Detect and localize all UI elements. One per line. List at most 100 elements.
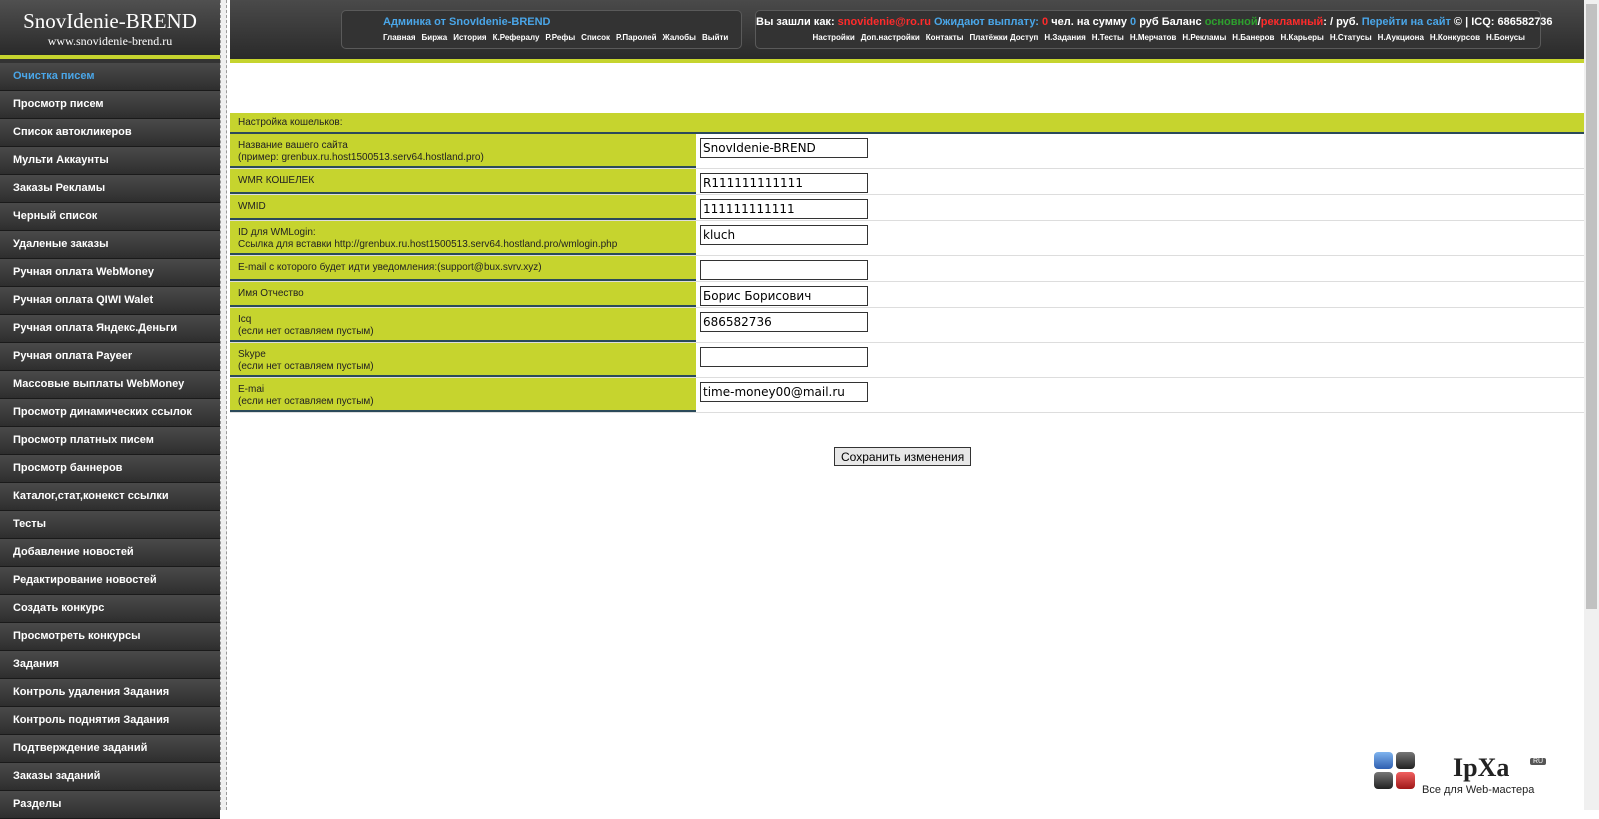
sidebar-item[interactable]: Заказы Рекламы xyxy=(0,175,220,203)
settings-nav-link[interactable]: Н.Конкурсов xyxy=(1430,33,1480,42)
sidebar-item[interactable]: Список автокликеров xyxy=(0,119,220,147)
settings-nav-link[interactable]: Доп.настройки xyxy=(861,33,920,42)
vertical-scrollbar[interactable] xyxy=(1584,0,1599,810)
settings-nav-link[interactable]: Н.Банеров xyxy=(1232,33,1274,42)
sidebar-item[interactable]: Контроль поднятия Задания xyxy=(0,707,220,735)
user-email-link[interactable]: snovidenie@ro.ru xyxy=(838,16,931,28)
sidebar-item[interactable]: Тесты xyxy=(0,511,220,539)
sidebar-item[interactable]: Мульти Аккаунты xyxy=(0,147,220,175)
sidebar-item[interactable]: Массовые выплаты WebMoney xyxy=(0,371,220,399)
settings-nav-link[interactable]: Н.Рекламы xyxy=(1182,33,1226,42)
admin-nav-link[interactable]: История xyxy=(453,33,486,42)
sidebar-item[interactable]: Черный список xyxy=(0,203,220,231)
sidebar-item[interactable]: Ручная оплата Яндекс.Деньги xyxy=(0,315,220,343)
frame-splitter[interactable] xyxy=(220,0,227,810)
field-label-main: ID для WMLogin: xyxy=(238,227,316,238)
settings-nav-link[interactable]: Контакты xyxy=(926,33,964,42)
settings-row: WMR КОШЕЛЕК xyxy=(230,169,1584,195)
settings-nav-link[interactable]: Н.Бонусы xyxy=(1486,33,1525,42)
field-label-main: E-mai xyxy=(238,384,265,395)
sidebar-item[interactable]: Удаленые заказы xyxy=(0,231,220,259)
logo-title: SnovIdenie-BREND xyxy=(23,9,197,33)
settings-nav-link[interactable]: Н.Тесты xyxy=(1092,33,1124,42)
settings-heading: Настройка кошельков: xyxy=(230,113,1584,134)
logged-as-label: Вы зашли как: xyxy=(756,16,838,28)
sidebar-item[interactable]: Просмотр писем xyxy=(0,91,220,119)
field-label-hint: Ссылка для вставки http://grenbux.ru.hos… xyxy=(238,239,618,250)
settings-nav-link[interactable]: Н.Задания xyxy=(1044,33,1085,42)
field-label-hint: (если нет оставляем пустым) xyxy=(238,396,374,407)
sidebar-item[interactable]: Ручная оплата WebMoney xyxy=(0,259,220,287)
sidebar-item[interactable]: Ручная оплата Payeer xyxy=(0,343,220,371)
goto-site-link[interactable]: Перейти на сайт xyxy=(1362,16,1451,28)
field-label-hint: (пример: grenbux.ru.host1500513.serv64.h… xyxy=(238,152,484,163)
field-value-cell xyxy=(696,195,872,220)
awaiting-label: Ожидают выплату: xyxy=(930,16,1043,28)
field-label-main: E-mail с которого будет идти уведомления… xyxy=(238,262,542,273)
sidebar-item[interactable]: Задания xyxy=(0,651,220,679)
logo-square-dark xyxy=(1396,752,1415,769)
field-value-cell xyxy=(696,169,872,194)
field-label: WMR КОШЕЛЕК xyxy=(230,169,696,194)
admin-nav-link[interactable]: Р.Рефы xyxy=(545,33,575,42)
settings-field-input[interactable] xyxy=(700,260,868,280)
settings-field-input[interactable] xyxy=(700,312,868,332)
admin-name-link[interactable]: SnovIdenie-BREND xyxy=(449,16,550,28)
field-label-hint: (если нет оставляем пустым) xyxy=(238,326,374,337)
sidebar-item[interactable]: Заказы заданий xyxy=(0,763,220,791)
settings-nav-link[interactable]: Н.Статусы xyxy=(1330,33,1372,42)
sidebar-item[interactable]: Ручная оплата QIWI Walet xyxy=(0,287,220,315)
settings-nav-link[interactable]: Н.Карьеры xyxy=(1280,33,1323,42)
sidebar-item[interactable]: Контроль удаления Задания xyxy=(0,679,220,707)
balance-label: руб Баланс xyxy=(1136,16,1205,28)
sidebar-item[interactable]: Просмотреть конкурсы xyxy=(0,623,220,651)
settings-nav-link[interactable]: Настройки xyxy=(813,33,855,42)
admin-nav-link[interactable]: К.Рефералу xyxy=(493,33,540,42)
settings-nav-links: Настройки Доп.настройки Контакты Платёжки Д… xyxy=(756,33,1540,42)
field-value-cell xyxy=(696,308,872,342)
settings-field-input[interactable] xyxy=(700,138,868,158)
settings-field-input[interactable] xyxy=(700,225,868,245)
admin-nav-link[interactable]: Р.Паролей xyxy=(616,33,656,42)
sidebar-item[interactable]: Редактирование новостей xyxy=(0,567,220,595)
status-line: Вы зашли как: snovidenie@ro.ru Ожидают в… xyxy=(756,11,1553,28)
ipxa-watermark: IpXa RU Все для Web-мастера xyxy=(1360,752,1547,802)
people-label: чел. на сумму xyxy=(1048,16,1131,28)
settings-field-input[interactable] xyxy=(700,382,868,402)
scrollbar-thumb[interactable] xyxy=(1586,4,1597,609)
field-label-main: WMID xyxy=(238,201,266,212)
admin-nav-link[interactable]: Выйти xyxy=(702,33,728,42)
site-logo[interactable]: SnovIdenie-BREND www.snovidenie-brend.ru xyxy=(0,0,220,59)
settings-field-input[interactable] xyxy=(700,347,868,367)
field-label-main: Название вашего сайта xyxy=(238,140,348,151)
sidebar-item[interactable]: Разделы xyxy=(0,791,220,819)
settings-nav-link[interactable]: Н.Мерчатов xyxy=(1130,33,1177,42)
field-label: Название вашего сайта (пример: grenbux.ru… xyxy=(230,134,696,168)
admin-nav-link[interactable]: Жалобы xyxy=(663,33,696,42)
settings-field-input[interactable] xyxy=(700,173,868,193)
settings-nav-link[interactable]: Платёжки Доступ xyxy=(969,33,1038,42)
sidebar-item[interactable]: Создать конкурс xyxy=(0,595,220,623)
sidebar-item[interactable]: Добавление новостей xyxy=(0,539,220,567)
icq-label: © | ICQ: 686582736 xyxy=(1450,16,1553,28)
settings-field-input[interactable] xyxy=(700,286,868,306)
save-changes-button[interactable]: Сохранить изменения xyxy=(834,447,972,466)
settings-field-input[interactable] xyxy=(700,199,868,219)
sidebar-item[interactable]: Просмотр баннеров xyxy=(0,455,220,483)
admin-nav-link[interactable]: Список xyxy=(581,33,610,42)
field-value-cell xyxy=(696,256,872,281)
field-label-main: Skype xyxy=(238,349,266,360)
sidebar-item[interactable]: Просмотр динамических ссылок xyxy=(0,399,220,427)
sidebar-item[interactable]: Просмотр платных писем xyxy=(0,427,220,455)
admin-prefix: Админка от xyxy=(383,16,450,28)
settings-nav-link[interactable]: Н.Аукциона xyxy=(1378,33,1424,42)
sidebar-item[interactable]: Очистка писем xyxy=(0,63,220,91)
admin-nav-link[interactable]: Биржа xyxy=(422,33,448,42)
logo-square-red xyxy=(1396,772,1415,789)
sidebar-item[interactable]: Подтверждение заданий xyxy=(0,735,220,763)
watermark-tld: RU xyxy=(1530,758,1547,765)
sidebar-item[interactable]: Каталог,стат,конекст ссылки xyxy=(0,483,220,511)
settings-row: Название вашего сайта (пример: grenbux.ru… xyxy=(230,134,1584,169)
admin-nav-link[interactable]: Главная xyxy=(383,33,416,42)
field-value-cell xyxy=(696,134,872,168)
